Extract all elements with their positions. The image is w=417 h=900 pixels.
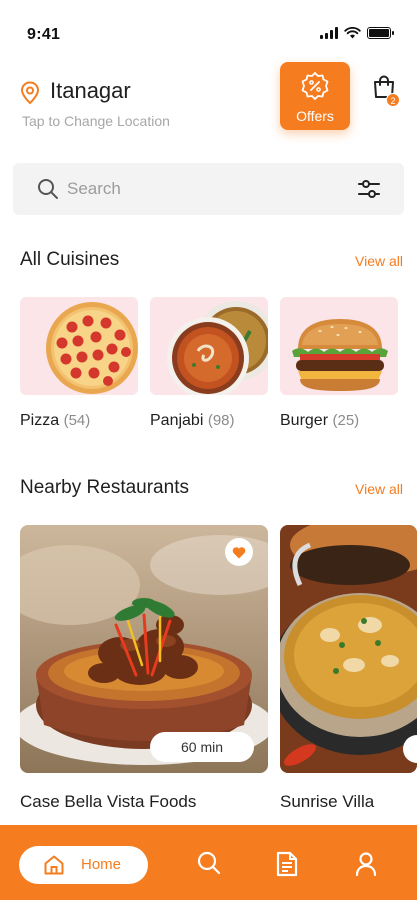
location-pin-icon bbox=[20, 81, 40, 105]
cuisine-count: (98) bbox=[207, 412, 235, 429]
nav-home-label: Home bbox=[81, 856, 122, 873]
home-icon bbox=[44, 855, 64, 875]
heart-icon bbox=[232, 546, 246, 558]
cuisine-card-burger[interactable]: Burger (25) bbox=[280, 297, 398, 430]
cuisine-name: Burger (25) bbox=[280, 412, 398, 430]
nearby-view-all-link[interactable]: View all bbox=[355, 481, 403, 497]
offers-label: Offers bbox=[296, 108, 334, 124]
search-input[interactable] bbox=[67, 175, 327, 203]
filter-icon[interactable] bbox=[357, 177, 381, 201]
restaurant-name: Case Bella Vista Foods bbox=[20, 792, 197, 811]
panjabi-image bbox=[150, 297, 268, 395]
discount-badge-icon bbox=[301, 72, 329, 100]
restaurant-image: 60 min bbox=[20, 525, 268, 773]
restaurant-name: Sunrise Villa bbox=[280, 792, 375, 811]
cuisines-view-all-link[interactable]: View all bbox=[355, 253, 403, 269]
cuisine-card-pizza[interactable]: Pizza (54) bbox=[20, 297, 138, 430]
status-icons bbox=[320, 27, 394, 39]
cuisine-count: (25) bbox=[332, 412, 360, 429]
burger-image bbox=[280, 297, 398, 395]
cuisine-label: Burger bbox=[280, 412, 329, 429]
search-bar[interactable] bbox=[13, 163, 404, 215]
offers-button[interactable]: Offers bbox=[280, 62, 350, 130]
cuisine-label: Pizza bbox=[20, 412, 60, 429]
battery-icon bbox=[367, 27, 394, 39]
restaurant-image bbox=[280, 525, 417, 773]
document-icon[interactable] bbox=[276, 851, 298, 877]
delivery-time-badge: 60 min bbox=[150, 732, 254, 762]
cart-count-badge: 2 bbox=[386, 93, 400, 107]
cuisine-count: (54) bbox=[63, 412, 91, 429]
cuisines-title: All Cuisines bbox=[20, 249, 120, 270]
bottom-navigation: Home bbox=[0, 825, 417, 900]
status-bar: 9:41 bbox=[0, 0, 417, 64]
cuisine-name: Pizza (54) bbox=[20, 412, 138, 430]
location-city[interactable]: Itanagar bbox=[50, 78, 131, 104]
profile-icon[interactable] bbox=[355, 851, 377, 877]
restaurant-card[interactable]: Sunrise Villa bbox=[280, 525, 417, 811]
status-time: 9:41 bbox=[27, 26, 61, 43]
cart-button[interactable]: 2 bbox=[372, 74, 400, 107]
cuisine-name: Panjabi (98) bbox=[150, 412, 268, 430]
restaurant-card[interactable]: 60 min Case Bella Vista Foods bbox=[20, 525, 268, 811]
wifi-icon bbox=[344, 27, 361, 39]
cuisine-card-panjabi[interactable]: Panjabi (98) bbox=[150, 297, 268, 430]
pizza-image bbox=[20, 297, 138, 395]
cuisine-label: Panjabi bbox=[150, 412, 204, 429]
signal-icon bbox=[320, 27, 338, 39]
nearby-title: Nearby Restaurants bbox=[20, 477, 189, 498]
favorite-button[interactable] bbox=[225, 538, 253, 566]
search-icon bbox=[38, 179, 58, 199]
search-icon[interactable] bbox=[197, 851, 221, 875]
location-hint: Tap to Change Location bbox=[22, 113, 170, 129]
nav-home-button[interactable]: Home bbox=[19, 846, 148, 884]
